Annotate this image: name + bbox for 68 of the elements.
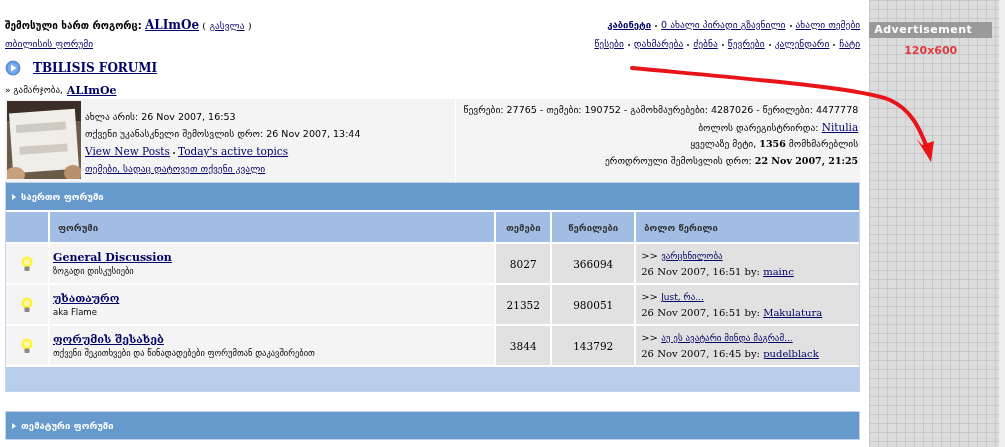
table-cell: 143792	[552, 326, 635, 365]
forum-description: aka Flame	[53, 307, 98, 317]
user-link[interactable]: ახალი თემები	[795, 19, 861, 30]
column-header: ბოლო წერილი	[636, 212, 860, 242]
forum-link[interactable]: უხათაურო	[53, 292, 495, 305]
nav-link[interactable]: წევრები	[727, 38, 765, 49]
username-link[interactable]: ALImOe	[144, 17, 200, 32]
lightbulb-icon	[21, 255, 33, 272]
author-link[interactable]: pudelblack	[763, 348, 819, 359]
author-link[interactable]: Makulatura	[763, 307, 823, 318]
table-cell: 3844	[496, 326, 551, 365]
column-header: თემები	[496, 212, 551, 242]
record-text: ყველაზე მეტი, 1356 მომხმარებლის	[690, 137, 859, 151]
author-link[interactable]: mainc	[763, 266, 794, 277]
forum-title-link[interactable]: TBILISIS FORUMI	[33, 61, 158, 75]
table-cell: 8027	[496, 244, 551, 283]
category-header: თემატური ფორუმი	[6, 412, 860, 439]
topics-link[interactable]: Today's active topics	[178, 145, 289, 157]
post-time: 26 Nov 2007, 16:51 by:	[641, 307, 760, 318]
user-link[interactable]: კაბინეტი	[607, 19, 652, 30]
table-cell: 366094	[552, 244, 635, 283]
user-link[interactable]: 0 ახალი პირადი გზავნილი	[661, 19, 786, 30]
logout-link[interactable]: გასვლა	[209, 19, 245, 31]
table-cell: 21352	[496, 285, 551, 324]
scrollbar[interactable]	[999, 0, 1005, 447]
username-link[interactable]: ALImOe	[66, 83, 117, 97]
forum-link[interactable]: General Discussion	[53, 251, 495, 264]
forum-description: ზოგადი დისკუსიები	[53, 266, 135, 276]
table-cell: 980051	[552, 285, 635, 324]
post-time: 26 Nov 2007, 16:51 by:	[641, 266, 760, 277]
nav-link[interactable]: ძებნა	[693, 38, 718, 49]
paren-text: )	[247, 19, 252, 31]
topics-link[interactable]: View New Posts	[85, 145, 170, 157]
current-time: ახლა არის: 26 Nov 2007, 16:53	[85, 110, 237, 124]
newest-member-label: ბოლოს დარეგისტრირდა:	[698, 121, 819, 133]
arrow-text: >>	[641, 332, 658, 343]
arrow-text: >>	[641, 250, 658, 261]
forum-description: თქვენი შეკითხვები და წინადადებები ფორუმთან დაკავშირებით	[53, 348, 316, 358]
lightbulb-icon	[21, 337, 33, 354]
last-visit-text: თქვენი უკანასკნელი შემოსვლის დრო: 26 Nov 2007, 13:44	[85, 127, 362, 141]
topic-link[interactable]: Just, რა...	[661, 292, 704, 302]
lightbulb-icon	[21, 296, 33, 313]
ad-header: Advertisement	[869, 22, 993, 38]
table-header-cell	[6, 212, 48, 242]
member-link[interactable]: Nitulia	[821, 120, 859, 133]
breadcrumb-link[interactable]: თბილისის ფორუმი	[5, 38, 94, 49]
caret-icon	[12, 422, 16, 429]
play-icon	[5, 60, 21, 76]
topic-link[interactable]: ვარცხნილობა	[661, 251, 723, 261]
arrow-text: >>	[641, 291, 658, 302]
nav-link[interactable]: დახმარება	[633, 38, 684, 49]
stats-text: წევრები: 27765 - თემები: 190752 - გამოხმაურებები: 4287026 - წერილები: 4477778	[463, 103, 859, 117]
forum-link[interactable]: ფორუმის შესახებ	[53, 333, 495, 346]
nav-link[interactable]: კალენდარი	[774, 38, 830, 49]
post-time: 26 Nov 2007, 16:45 by:	[641, 348, 760, 359]
nav-link[interactable]: ჩატი	[839, 38, 861, 49]
ad-size-text: 120x600	[903, 44, 959, 57]
record-time-text: ერთდროული შემოსვლის დრო: 22 Nov 2007, 21:25	[605, 153, 859, 168]
my-topics-link[interactable]: თემები, სადაც დატოვეთ თქვენი კვალი	[85, 163, 266, 174]
column-header: ფორუმი	[50, 212, 495, 242]
logged-in-label: შემოსული ხართ როგორც:	[5, 19, 142, 31]
caret-icon	[12, 193, 16, 200]
category-header: საერთო ფორუმი	[6, 183, 860, 210]
nav-link[interactable]: წესები	[594, 38, 624, 49]
paren-text: (	[202, 19, 207, 31]
column-header: წერილები	[552, 212, 635, 242]
topic-link[interactable]: აუ ეს ავატარი მინდა მაგრამ...	[661, 333, 793, 343]
welcome-text: » გამარჯობა,	[5, 85, 63, 95]
